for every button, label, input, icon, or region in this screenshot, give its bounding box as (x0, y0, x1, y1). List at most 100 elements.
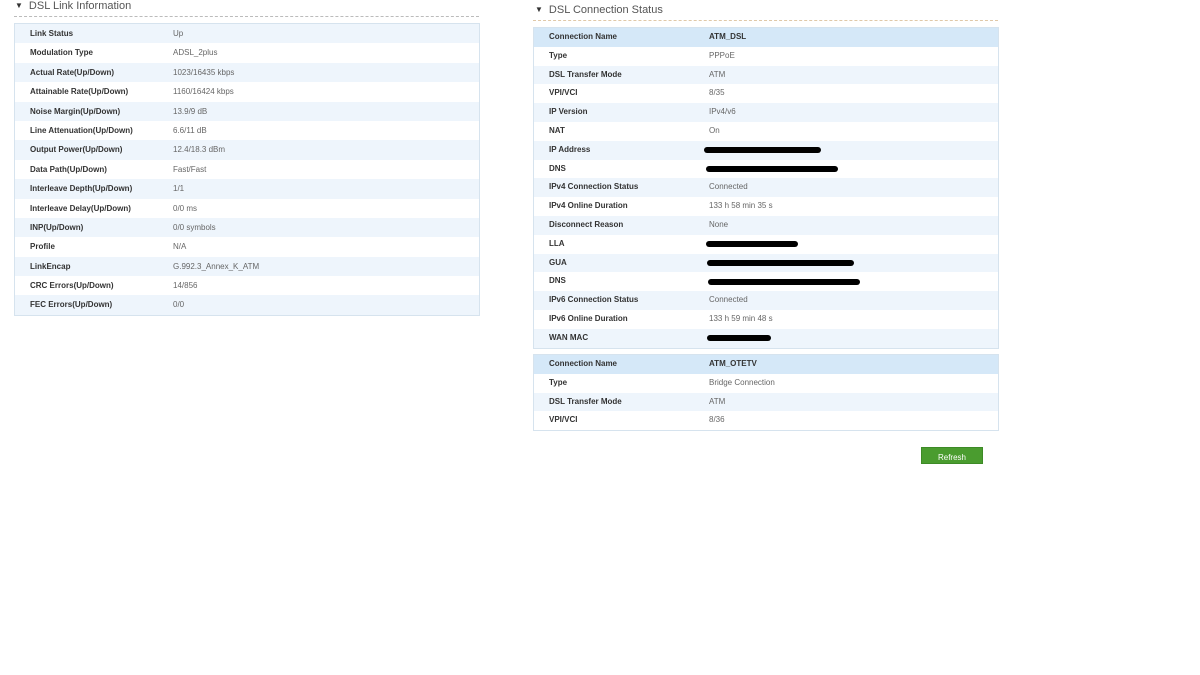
row-label: Profile (30, 242, 55, 252)
row-value: ADSL_2plus (173, 48, 218, 58)
row-value: 133 h 58 min 35 s (709, 201, 773, 211)
row-label: DNS (549, 163, 566, 173)
row-label: IP Version (549, 107, 588, 117)
row-value: PPPoE (709, 50, 735, 60)
table-row: IP Address (534, 140, 998, 160)
table-row: Modulation Type ADSL_2plus (15, 43, 479, 63)
table-row: Interleave Delay(Up/Down) 0/0 ms (15, 198, 479, 218)
collapse-triangle-icon[interactable]: ▼ (15, 1, 23, 10)
row-label: WAN MAC (549, 332, 589, 342)
row-value: 0/0 (173, 300, 185, 310)
table-row: IPv6 Connection Status Connected (534, 291, 998, 310)
redacted-value (707, 260, 854, 267)
row-label: Modulation Type (30, 48, 93, 58)
table-row: IP Version IPv4/v6 (534, 103, 998, 122)
row-value: 1/1 (173, 184, 185, 194)
table-row: LinkEncap G.992.3_Annex_K_ATM (15, 256, 479, 277)
row-value: 8/36 (709, 415, 725, 425)
table-row: Interleave Depth(Up/Down) 1/1 (15, 179, 479, 199)
row-value: ATM_DSL (709, 32, 747, 41)
row-label: Attainable Rate(Up/Down) (30, 87, 129, 97)
row-label: IPv6 Online Duration (549, 313, 628, 323)
row-label: Line Attenuation(Up/Down) (30, 125, 133, 135)
row-value: 133 h 59 min 48 s (709, 313, 773, 323)
table-row: Output Power(Up/Down) 12.4/18.3 dBm (15, 140, 479, 160)
table-row: Actual Rate(Up/Down) 1023/16435 kbps (15, 62, 479, 83)
row-value: G.992.3_Annex_K_ATM (173, 261, 260, 271)
table-row: IPv4 Connection Status Connected (534, 178, 998, 198)
table-row: WAN MAC (534, 328, 998, 348)
refresh-button[interactable]: Refresh (921, 447, 983, 464)
row-label: Disconnect Reason (549, 219, 624, 229)
row-label: LinkEncap (30, 261, 71, 271)
table-row: DSL Transfer Mode ATM (534, 65, 998, 85)
table-row: Profile N/A (15, 237, 479, 257)
row-value: 13.9/9 dB (173, 106, 208, 116)
collapse-triangle-icon[interactable]: ▼ (535, 5, 543, 14)
table-row: INP(Up/Down) 0/0 symbols (15, 217, 479, 238)
row-label: CRC Errors(Up/Down) (30, 281, 114, 291)
row-label: NAT (549, 125, 565, 135)
row-value: ATM (709, 69, 726, 79)
table-row: NAT On (534, 121, 998, 141)
table-row: Connection Name ATM_DSL (534, 28, 998, 47)
row-label: INP(Up/Down) (30, 222, 84, 232)
row-label: Interleave Delay(Up/Down) (30, 203, 131, 213)
row-label: VPI/VCI (549, 88, 578, 98)
redacted-value (706, 166, 838, 173)
row-label: GUA (549, 257, 567, 267)
row-value: 0/0 ms (173, 203, 198, 213)
row-label: DSL Transfer Mode (549, 69, 622, 79)
dsl-connection-status-header[interactable]: ▼ DSL Connection Status (535, 4, 663, 16)
row-label: VPI/VCI (549, 415, 578, 425)
row-value: Up (173, 29, 184, 38)
connection-table-atm-dsl: Connection Name ATM_DSL Type PPPoE DSL Trans… (533, 27, 999, 349)
connection-table-atm-otetv: Connection Name ATM_OTETV Type Bridge Conne… (533, 354, 999, 432)
table-row: GUA (534, 253, 998, 273)
table-row: Data Path(Up/Down) Fast/Fast (15, 159, 479, 180)
row-label: Connection Name (549, 32, 618, 41)
row-label: DSL Transfer Mode (549, 396, 622, 406)
row-label: Type (549, 377, 568, 387)
row-label: Interleave Depth(Up/Down) (30, 184, 133, 194)
dsl-link-info-table: Link Status Up Modulation Type ADSL_2plus Ac… (14, 23, 480, 316)
row-label: Type (549, 50, 568, 60)
table-row: VPI/VCI 8/35 (534, 84, 998, 104)
table-row: Link Status Up (15, 24, 479, 44)
table-row: IPv4 Online Duration 133 h 58 min 35 s (534, 197, 998, 216)
table-row: Disconnect Reason None (534, 215, 998, 235)
row-label: Actual Rate(Up/Down) (30, 67, 114, 77)
row-label: IP Address (549, 144, 591, 154)
row-label: Data Path(Up/Down) (30, 164, 107, 174)
row-value: 1160/16424 kbps (173, 87, 234, 97)
row-value: Connected (709, 295, 748, 305)
divider (533, 20, 998, 21)
row-value: 6.6/11 dB (173, 125, 207, 135)
dsl-link-info-header[interactable]: ▼ DSL Link Information (15, 0, 131, 12)
table-row: FEC Errors(Up/Down) 0/0 (15, 295, 479, 315)
table-row: Line Attenuation(Up/Down) 6.6/11 dB (15, 120, 479, 141)
row-value: On (709, 125, 720, 135)
row-value: Connected (709, 182, 748, 192)
dsl-link-info-title: DSL Link Information (28, 0, 132, 12)
row-label: Connection Name (549, 359, 618, 368)
row-label: LLA (549, 238, 565, 248)
table-row: Connection Name ATM_OTETV (534, 355, 998, 374)
row-label: FEC Errors(Up/Down) (30, 300, 113, 310)
table-row: DSL Transfer Mode ATM (534, 392, 998, 412)
row-label: IPv6 Connection Status (549, 295, 639, 305)
row-value: None (709, 219, 729, 229)
row-value: 0/0 symbols (173, 222, 216, 232)
row-value: N/A (173, 242, 187, 252)
table-row: IPv6 Online Duration 133 h 59 min 48 s (534, 309, 998, 329)
row-label: IPv4 Connection Status (549, 182, 639, 192)
redacted-value (706, 241, 798, 248)
dsl-connection-status-title: DSL Connection Status (548, 4, 663, 16)
row-label: Output Power(Up/Down) (30, 145, 123, 155)
row-value: 14/856 (173, 281, 198, 291)
divider (14, 16, 479, 17)
row-value: Fast/Fast (173, 164, 207, 174)
row-value: Bridge Connection (709, 377, 775, 387)
row-value: 1023/16435 kbps (173, 67, 235, 77)
row-value: ATM_OTETV (709, 359, 757, 368)
